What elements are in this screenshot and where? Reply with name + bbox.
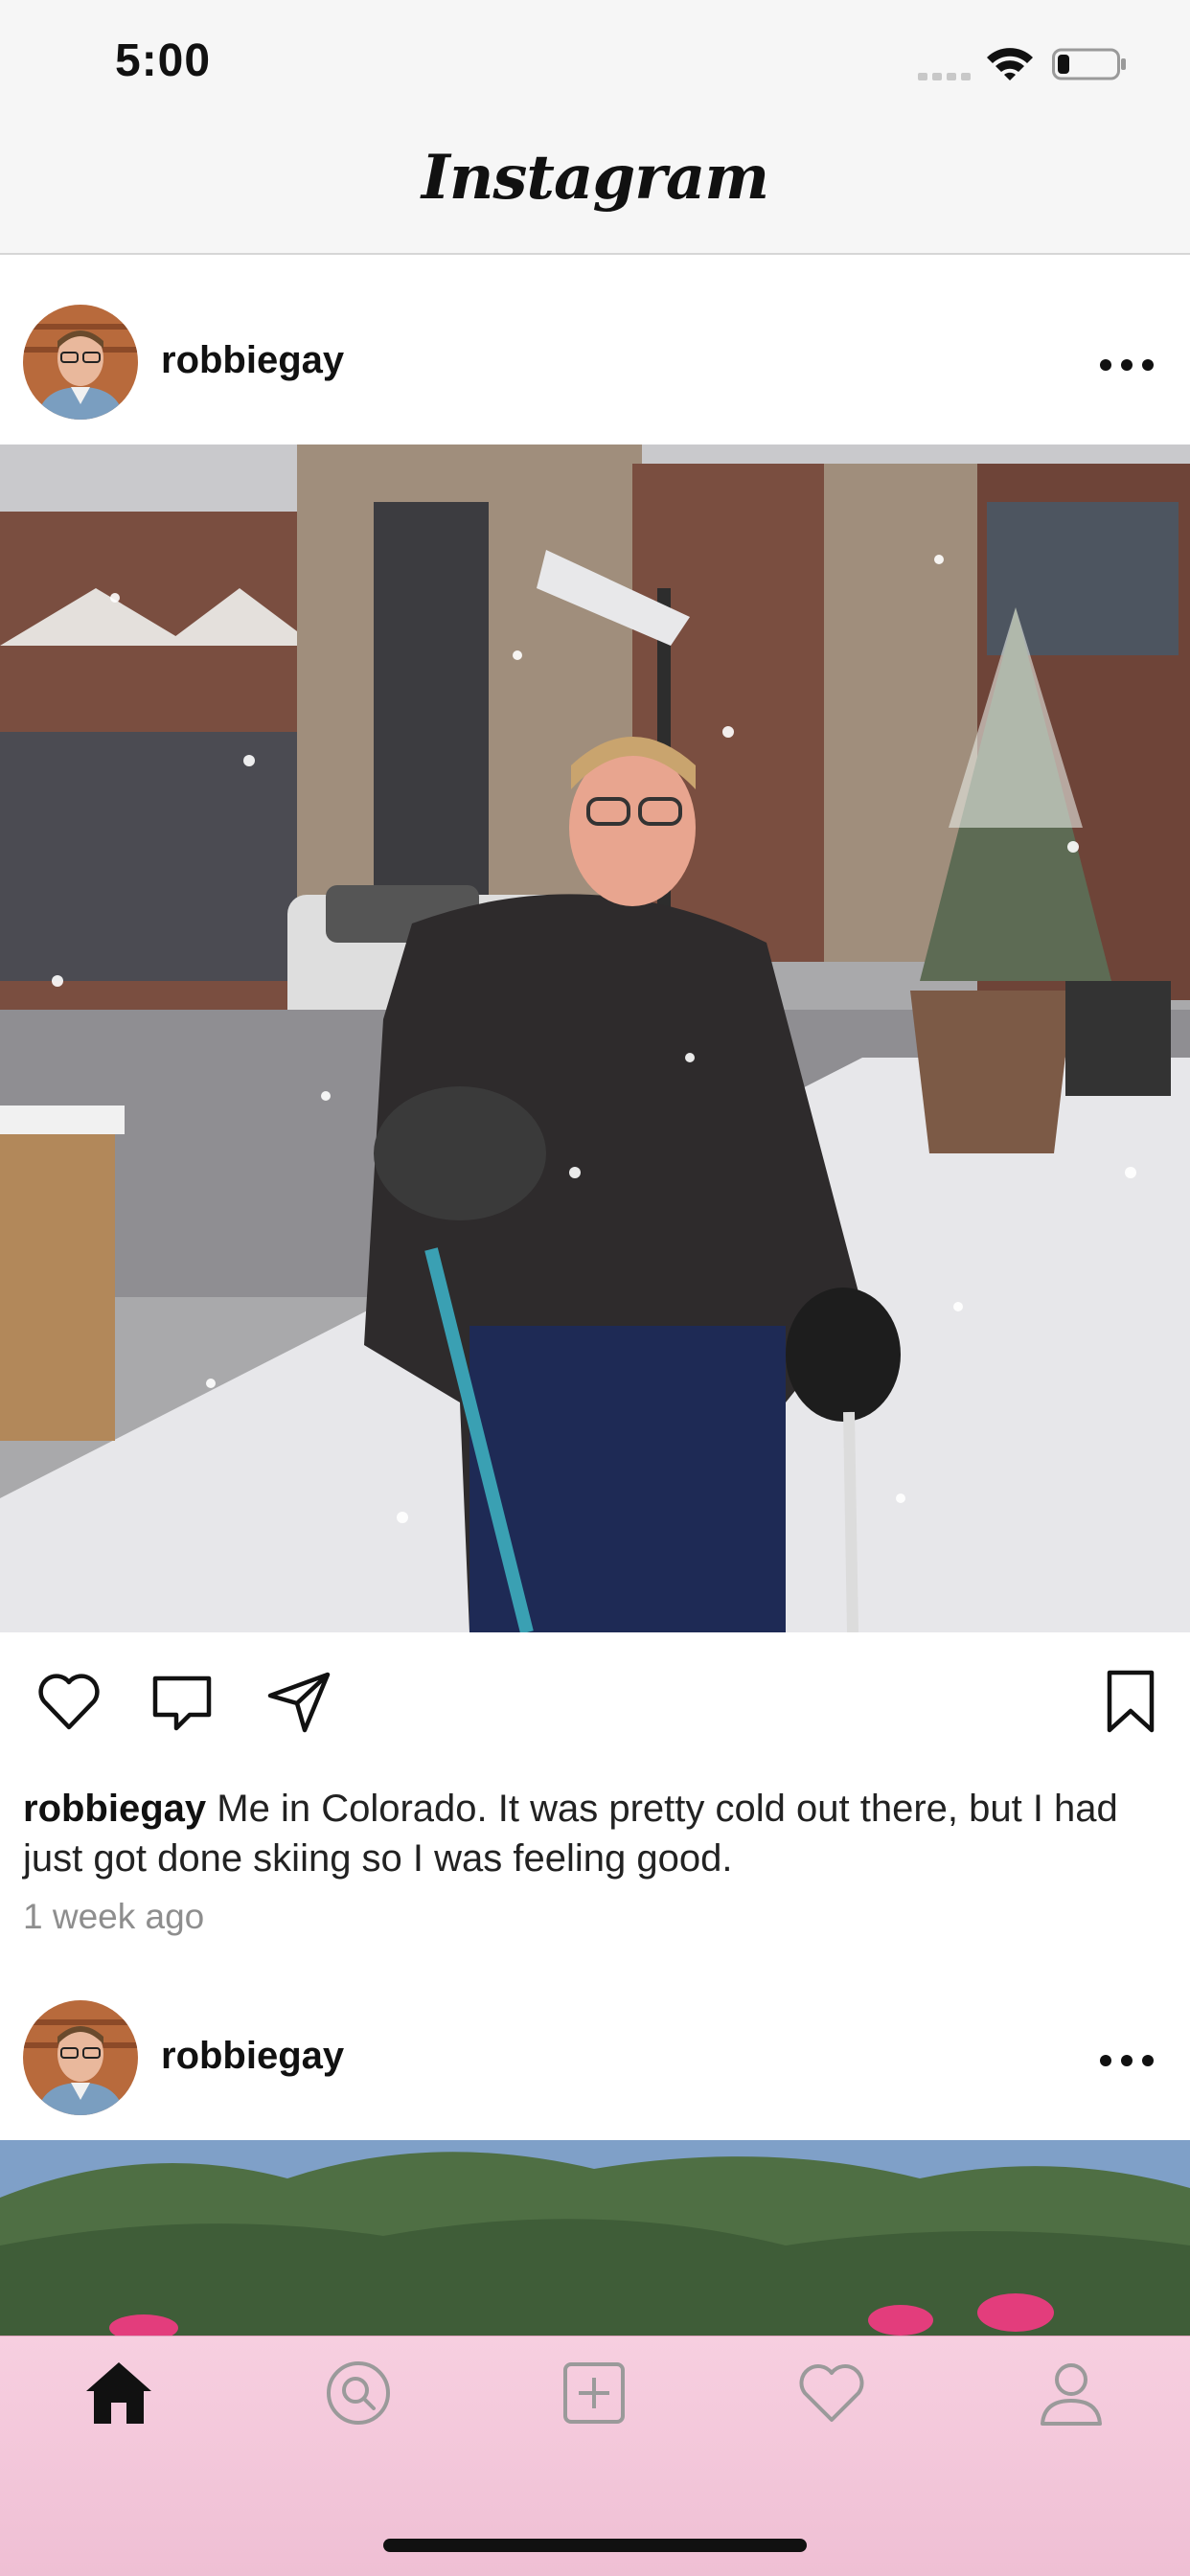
save-bookmark-icon[interactable] [1096, 1667, 1165, 1736]
comment-icon[interactable] [148, 1667, 217, 1736]
post-username[interactable]: robbiegay [161, 2035, 344, 2078]
status-time: 5:00 [115, 35, 212, 86]
signal-icon [918, 73, 971, 80]
post-avatar[interactable] [23, 305, 138, 420]
avatar-image [23, 2000, 138, 2115]
profile-icon[interactable] [1035, 2357, 1108, 2429]
more-options-icon[interactable] [1098, 2053, 1156, 2068]
app-title: Instagram [421, 142, 769, 214]
caption-username[interactable]: robbiegay [23, 1788, 206, 1830]
activity-heart-icon[interactable] [795, 2357, 868, 2429]
post-timestamp: 1 week ago [23, 1897, 205, 1936]
post-caption: robbiegay Me in Colorado. It was pretty … [23, 1784, 1173, 1883]
search-icon[interactable] [322, 2357, 395, 2429]
post-avatar[interactable] [23, 2000, 138, 2115]
post-photo[interactable] [0, 2140, 1190, 2336]
share-send-icon[interactable] [264, 1667, 333, 1736]
post-image [0, 2140, 1190, 2336]
home-indicator [383, 2539, 807, 2552]
wifi-icon [987, 48, 1033, 80]
battery-icon [1052, 48, 1126, 80]
post-username[interactable]: robbiegay [161, 339, 344, 382]
more-options-icon[interactable] [1098, 357, 1156, 373]
post-photo[interactable] [0, 445, 1190, 1632]
like-heart-icon[interactable] [34, 1667, 103, 1736]
home-icon[interactable] [82, 2357, 155, 2429]
post-image [0, 445, 1190, 1632]
avatar-image [23, 305, 138, 420]
add-post-icon[interactable] [558, 2357, 630, 2429]
